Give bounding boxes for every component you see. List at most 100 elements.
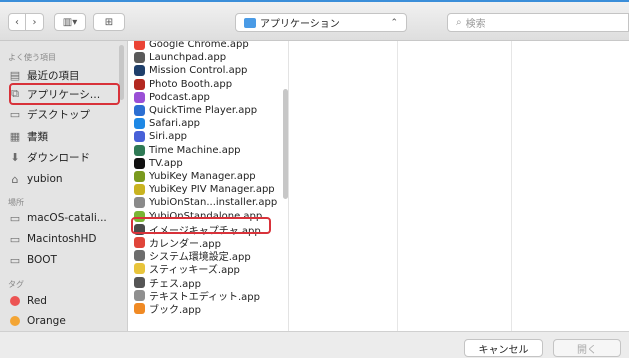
sidebar-item-disk-boot[interactable]: ▭ BOOT <box>8 251 57 269</box>
search-placeholder: 検索 <box>465 19 486 30</box>
search-field[interactable]: ⌕ 検索 <box>447 13 629 32</box>
file-item-label: Launchpad.app <box>149 52 227 64</box>
file-item-label: ブック.app <box>149 305 202 316</box>
sidebar-item-label: ダウンロード <box>27 151 90 164</box>
tag-dot-icon <box>8 294 22 308</box>
file-list-scrollbar[interactable] <box>283 89 288 199</box>
file-item-label: Mission Control.app <box>149 65 248 77</box>
file-item[interactable]: Safari.app <box>134 117 200 130</box>
download-icon: ⬇ <box>10 150 20 164</box>
applications-highlight <box>9 83 120 105</box>
sidebar-item-tag-orange[interactable]: Orange <box>8 312 66 330</box>
file-item[interactable]: カレンダー.app <box>134 236 221 250</box>
toolbar: ‹ › ▥▾ ⊞ アプリケーション ⌃ ⌕ 検索 <box>0 2 629 41</box>
file-item[interactable]: チェス.app <box>134 276 201 290</box>
selected-file-highlight <box>131 217 271 234</box>
sidebar-section-locations: 場所 <box>8 198 24 207</box>
file-item[interactable]: Google Chrome.app <box>134 41 249 51</box>
sidebar-item-desktop[interactable]: ▭ デスクトップ <box>8 105 90 123</box>
sidebar-item-label: Red <box>27 295 47 307</box>
forward-button[interactable]: › <box>26 13 44 31</box>
app-icon <box>134 237 145 248</box>
app-icon <box>134 91 145 103</box>
view-mode-button[interactable]: ▥▾ <box>54 13 86 31</box>
file-item-label: Siri.app <box>149 131 188 143</box>
file-item[interactable]: YubiKey PIV Manager.app <box>134 183 275 196</box>
sidebar-item-label: デスクトップ <box>27 108 90 121</box>
sidebar-item-documents[interactable]: ▦ 書類 <box>8 127 48 145</box>
documents-icon: ▦ <box>9 129 21 143</box>
file-item[interactable]: YubiKey Manager.app <box>134 170 256 183</box>
file-item[interactable]: ブック.app <box>134 302 202 316</box>
file-item[interactable]: QuickTime Player.app <box>134 104 257 117</box>
app-icon <box>134 52 145 64</box>
sidebar-item-label: Orange <box>27 315 66 327</box>
home-icon: ⌂ <box>11 172 19 186</box>
file-item[interactable]: YubiOnStan...installer.app <box>134 196 277 209</box>
file-item-label: Photo Booth.app <box>149 78 233 90</box>
location-label: アプリケーション <box>260 19 340 30</box>
file-item[interactable]: Podcast.app <box>134 91 210 104</box>
disk-icon: ▭ <box>9 253 21 267</box>
sidebar-item-label: BOOT <box>27 254 57 266</box>
back-button[interactable]: ‹ <box>8 13 26 31</box>
file-item-label: Time Machine.app <box>149 144 241 156</box>
open-button[interactable]: 開く <box>553 339 621 357</box>
sidebar-item-recents[interactable]: ▤ 最近の項目 <box>8 66 80 84</box>
file-item[interactable]: Time Machine.app <box>134 144 241 157</box>
sidebar-section-favorites: よく使う項目 <box>8 53 56 62</box>
app-icon <box>134 289 145 301</box>
file-item[interactable]: Mission Control.app <box>134 64 247 77</box>
tag-dot-icon <box>8 314 22 328</box>
app-icon <box>134 303 145 314</box>
file-item[interactable]: スティッキーズ.app <box>134 262 240 276</box>
disk-icon: ▭ <box>9 232 21 246</box>
sidebar-item-label: yubion <box>27 173 63 185</box>
app-icon <box>134 171 145 182</box>
sidebar-item-home[interactable]: ⌂ yubion <box>8 170 63 188</box>
app-icon <box>134 197 145 209</box>
file-item-label: Google Chrome.app <box>149 41 249 50</box>
updown-chevron-icon: ⌃ <box>390 17 398 28</box>
search-icon: ⌕ <box>456 17 462 28</box>
new-folder-button[interactable]: ⊞ <box>93 13 125 31</box>
column-divider <box>511 41 512 331</box>
sidebar-item-downloads[interactable]: ⬇ ダウンロード <box>8 148 90 166</box>
app-icon <box>134 263 145 275</box>
sidebar-item-disk-macintoshhd[interactable]: ▭ MacintoshHD <box>8 230 97 248</box>
app-icon <box>134 65 145 77</box>
file-item[interactable]: TV.app <box>134 157 183 170</box>
file-item-label: Safari.app <box>149 118 201 130</box>
dialog-footer: キャンセル 開く <box>0 331 629 358</box>
file-item[interactable]: Siri.app <box>134 130 187 143</box>
file-item[interactable]: テキストエディット.app <box>134 289 260 303</box>
cancel-button[interactable]: キャンセル <box>464 339 543 357</box>
sidebar-item-tag-red[interactable]: Red <box>8 292 47 310</box>
desktop-icon: ▭ <box>9 107 21 121</box>
app-icon <box>134 131 145 143</box>
file-item-label: YubiKey Manager.app <box>149 171 256 182</box>
location-popup[interactable]: アプリケーション ⌃ <box>235 13 407 32</box>
file-open-dialog: ‹ › ▥▾ ⊞ アプリケーション ⌃ ⌕ 検索 よく使う項目 ▤ 最近の項目 … <box>0 0 629 358</box>
folder-icon <box>244 17 256 28</box>
file-item-label: QuickTime Player.app <box>149 105 258 116</box>
column-divider <box>397 41 398 331</box>
app-icon <box>134 184 145 196</box>
sidebar-item-label: macOS-catali... <box>27 212 107 224</box>
sidebar-item-label: 書類 <box>27 130 48 143</box>
app-icon <box>134 276 145 288</box>
app-icon <box>134 144 145 156</box>
disk-icon: ▭ <box>9 211 21 225</box>
sidebar-item-label: MacintoshHD <box>27 233 97 245</box>
file-item[interactable]: システム環境設定.app <box>134 249 251 263</box>
file-item[interactable]: Launchpad.app <box>134 51 226 64</box>
app-icon <box>134 78 145 90</box>
file-item-label: YubiKey PIV Manager.app <box>149 184 275 196</box>
sidebar-section-tags: タグ <box>8 280 24 289</box>
file-item[interactable]: Photo Booth.app <box>134 78 232 91</box>
sidebar-item-disk-macos[interactable]: ▭ macOS-catali... <box>8 209 107 227</box>
app-icon <box>134 118 145 130</box>
recents-icon: ▤ <box>9 68 21 82</box>
preview-column: ॥ <box>289 41 629 331</box>
sidebar-item-label: 最近の項目 <box>27 69 80 82</box>
